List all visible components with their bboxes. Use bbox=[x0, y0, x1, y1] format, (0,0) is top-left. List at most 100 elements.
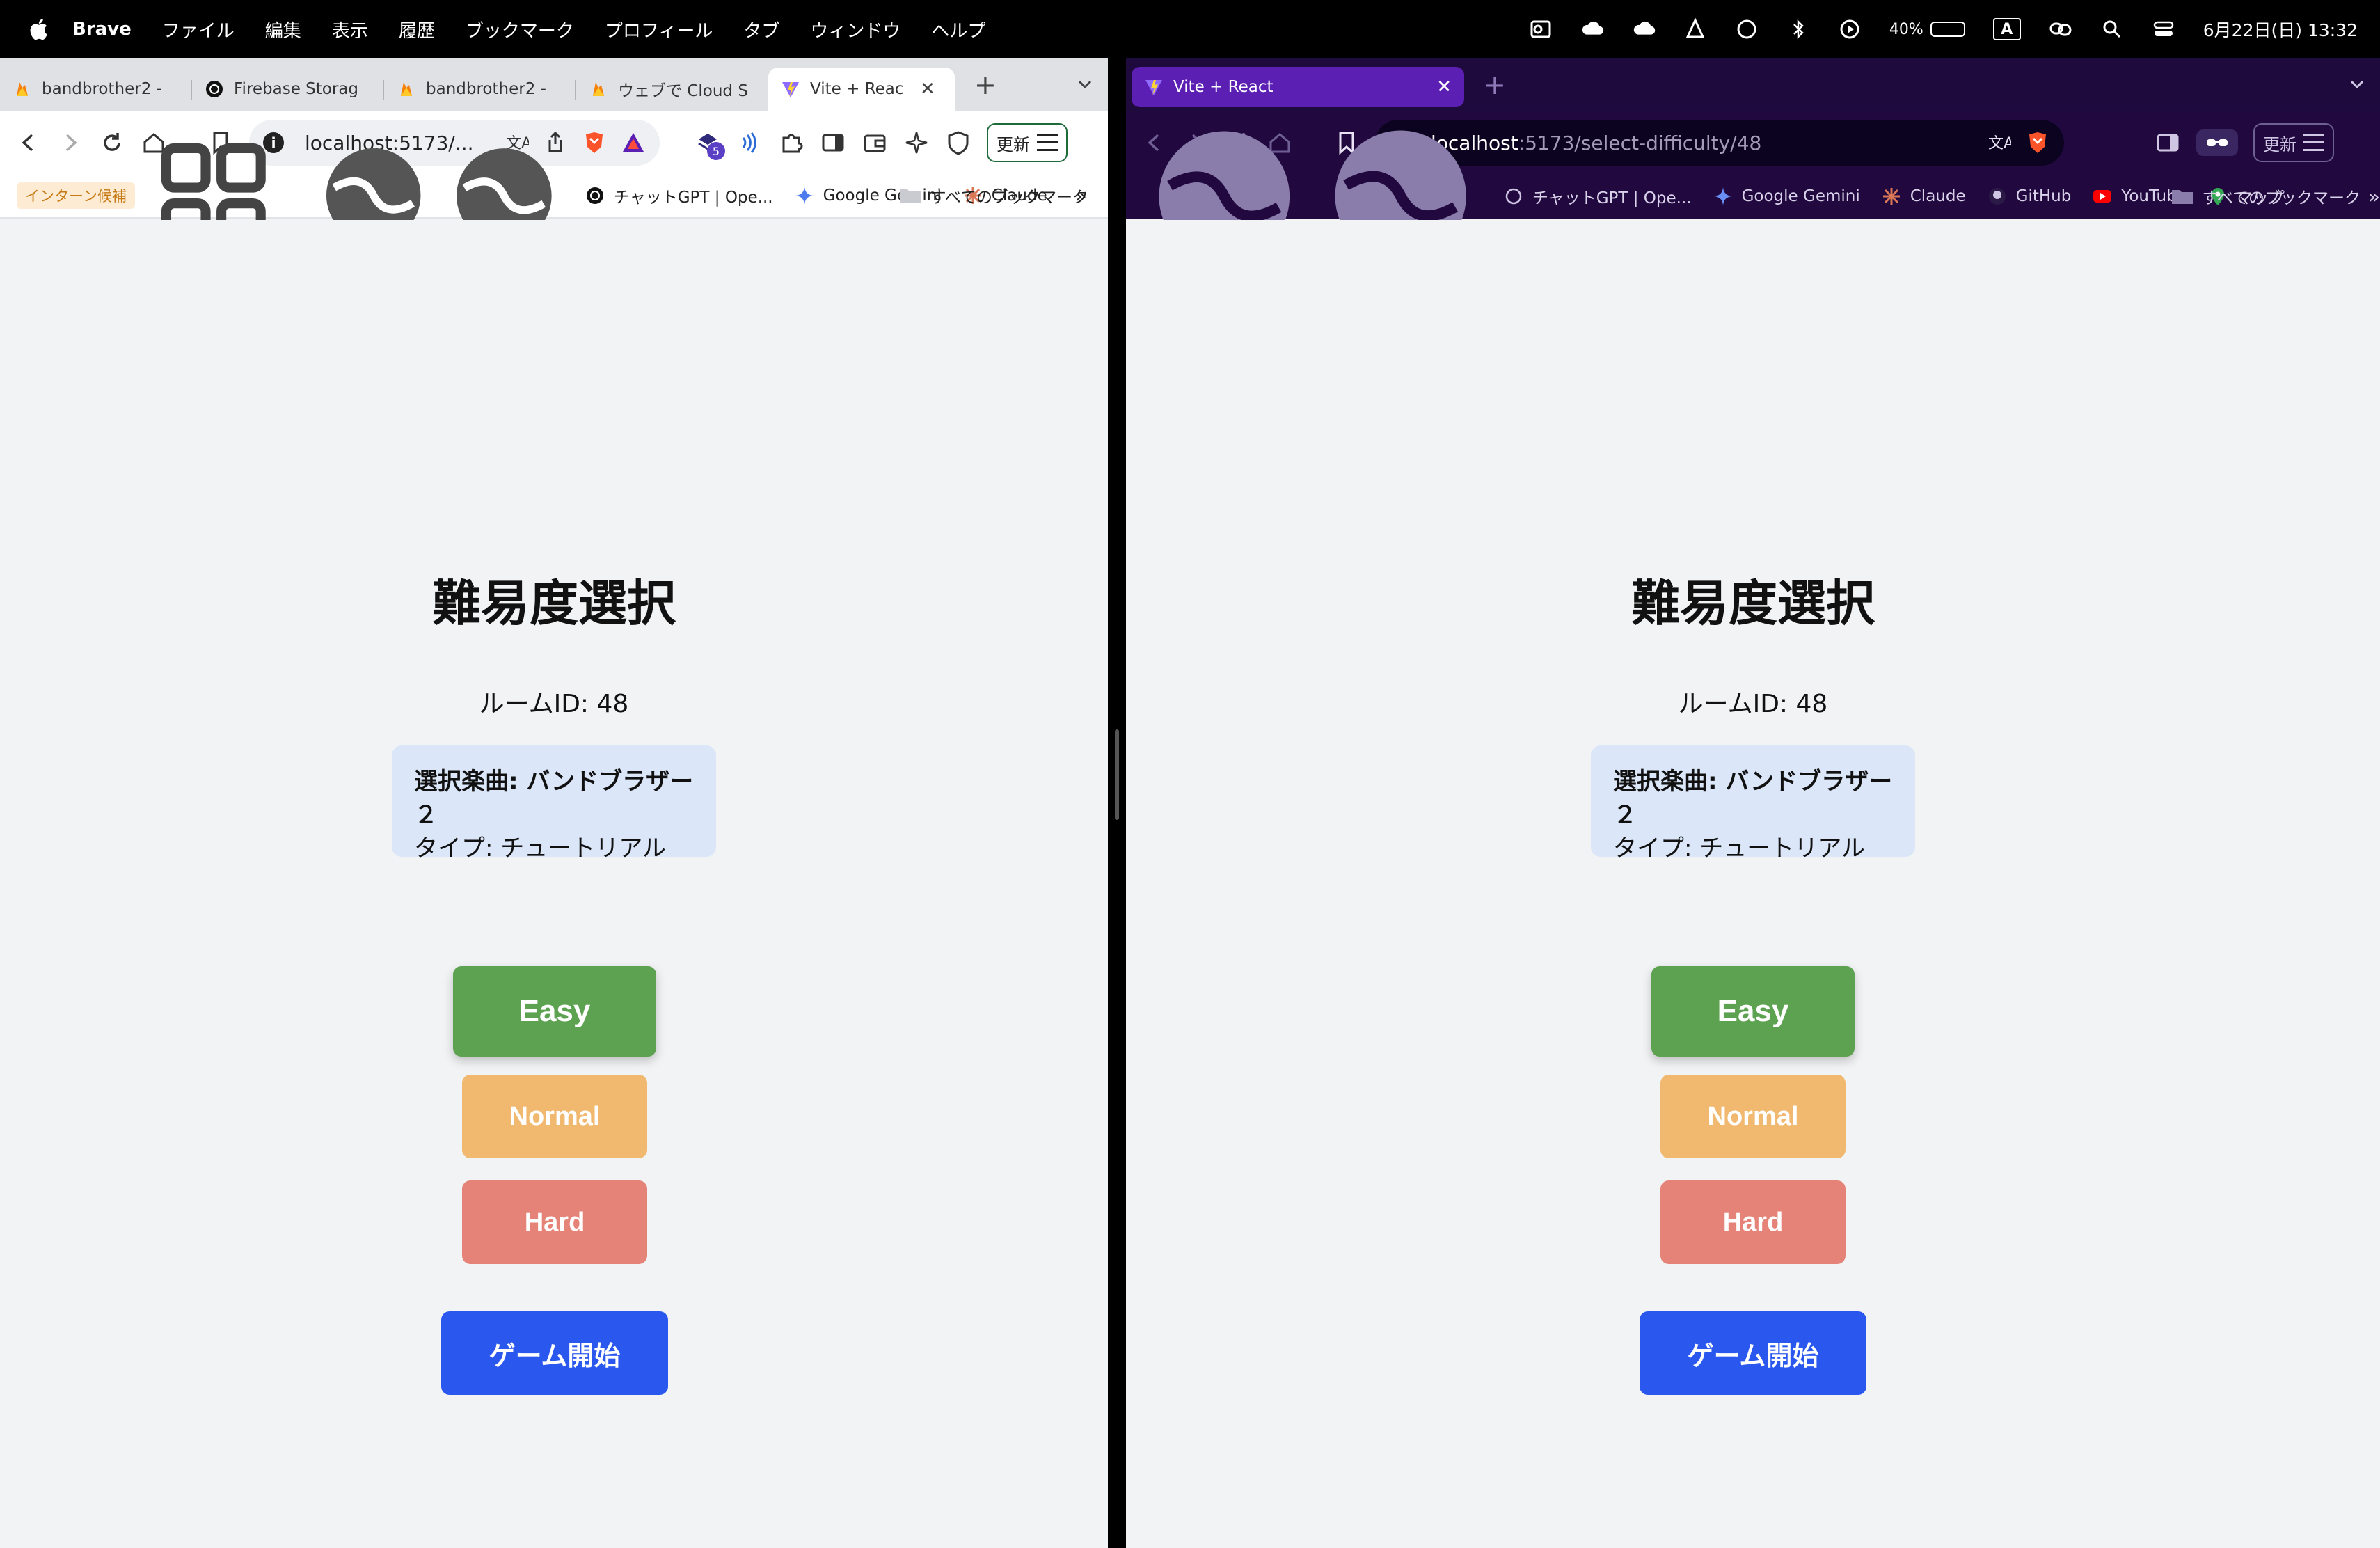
macos-menubar: Brave ファイル 編集 表示 履歴 ブックマーク プロフィール タブ ウィン… bbox=[0, 0, 2380, 58]
easy-button[interactable]: Easy bbox=[1651, 966, 1855, 1057]
private-window-button[interactable] bbox=[2196, 129, 2238, 156]
hard-button[interactable]: Hard bbox=[1660, 1180, 1846, 1264]
now-playing-icon[interactable] bbox=[1838, 17, 1862, 41]
hamburger-icon bbox=[2303, 134, 2324, 151]
battery-icon bbox=[1930, 22, 1965, 37]
menu-view[interactable]: 表示 bbox=[332, 17, 368, 42]
more-bookmarks-button[interactable]: » bbox=[2368, 185, 2380, 208]
nfc-extension-button[interactable] bbox=[736, 129, 763, 156]
all-bookmarks-label: すべてのブックマーク bbox=[930, 189, 1088, 207]
active-app-name[interactable]: Brave bbox=[72, 19, 132, 40]
start-game-button[interactable]: ゲーム開始 bbox=[441, 1311, 668, 1395]
normal-button[interactable]: Normal bbox=[462, 1075, 647, 1158]
control-center-icon[interactable] bbox=[2152, 17, 2175, 41]
close-tab-icon[interactable]: ✕ bbox=[920, 79, 935, 100]
cloud-icon[interactable] bbox=[1580, 17, 1604, 41]
menu-profiles[interactable]: プロフィール bbox=[605, 17, 713, 42]
bluetooth-icon[interactable] bbox=[1786, 17, 1810, 41]
bell-app-icon[interactable] bbox=[1683, 17, 1707, 41]
easy-button[interactable]: Easy bbox=[453, 966, 656, 1057]
shield-icon bbox=[948, 131, 969, 155]
bookmark-chatgpt[interactable]: チャットGPT | Ope... bbox=[1503, 184, 1692, 208]
folder-icon bbox=[899, 189, 921, 203]
update-menu-button[interactable]: 更新 bbox=[2253, 123, 2334, 162]
bookmark-gemini[interactable]: Google Gemini bbox=[1713, 186, 1860, 207]
tab-title: Vite + React bbox=[1173, 78, 1274, 96]
cloud-icon[interactable] bbox=[1632, 17, 1656, 41]
reload-icon bbox=[104, 133, 120, 151]
menu-edit[interactable]: 編集 bbox=[265, 17, 301, 42]
song-info-box: 選択楽曲: バンドブラザー２ タイプ: チュートリアル bbox=[392, 745, 716, 862]
split-view-handle[interactable] bbox=[1115, 729, 1119, 820]
extension-badge: 5 bbox=[707, 142, 725, 160]
reload-button[interactable] bbox=[99, 129, 125, 156]
leo-ai-button[interactable] bbox=[903, 129, 930, 156]
update-menu-button[interactable]: 更新 bbox=[987, 123, 1068, 162]
claude-icon bbox=[1882, 188, 1900, 205]
address-bar-path[interactable]: :5173/select-difficulty/48 bbox=[1518, 132, 1762, 155]
brave-rewards-icon[interactable] bbox=[621, 130, 646, 155]
sidebar-toggle-button[interactable] bbox=[2155, 129, 2181, 156]
brave-shields-icon[interactable] bbox=[2025, 130, 2050, 155]
tab-cloud-storage[interactable]: ウェブで Cloud S bbox=[576, 68, 768, 111]
battery-status[interactable]: 40% bbox=[1889, 21, 1965, 38]
apple-logo-icon[interactable] bbox=[28, 17, 49, 41]
tab-vite-react[interactable]: Vite + React ✕ bbox=[1132, 67, 1464, 107]
menu-window[interactable]: ウィンドウ bbox=[810, 17, 901, 42]
tab-vite-react[interactable]: Vite + Reac ✕ bbox=[768, 68, 955, 111]
spotlight-search-icon[interactable] bbox=[2100, 17, 2124, 41]
github-icon bbox=[1988, 188, 2006, 205]
tab-bandbrother2[interactable]: bandbrother2 - bbox=[0, 68, 192, 111]
page-title: 難易度選択 bbox=[1631, 575, 1875, 632]
close-tab-icon[interactable]: ✕ bbox=[1436, 77, 1452, 97]
youtube-icon bbox=[2093, 190, 2112, 203]
menu-help[interactable]: ヘルプ bbox=[931, 17, 985, 42]
tab-firebase-storage[interactable]: Firebase Storag bbox=[192, 68, 384, 111]
tab-title: bandbrother2 - bbox=[42, 80, 162, 98]
room-id-label: ルームID: 48 bbox=[479, 690, 629, 718]
chevron-down-icon[interactable] bbox=[1074, 74, 1095, 95]
menubar-clock[interactable]: 6月22日(日) 13:32 bbox=[2203, 17, 2358, 42]
cloud-status-icon[interactable] bbox=[1735, 17, 1759, 41]
extension-button[interactable]: 5 bbox=[695, 129, 725, 160]
menu-file[interactable]: ファイル bbox=[162, 17, 235, 42]
tab-bandbrother2-2[interactable]: bandbrother2 - bbox=[384, 68, 576, 111]
bookmark-folder-intern[interactable]: インターン候補 bbox=[17, 182, 135, 209]
extensions-button[interactable] bbox=[778, 129, 804, 156]
bookmark-github[interactable]: GitHub bbox=[1987, 186, 2071, 207]
tab-strip: bandbrother2 - Firebase Storag bandbroth… bbox=[0, 58, 1108, 111]
wallet-button[interactable] bbox=[862, 129, 888, 156]
menu-tab[interactable]: タブ bbox=[743, 17, 779, 42]
vite-icon bbox=[782, 82, 799, 97]
tab-strip: Vite + React ✕ + bbox=[1126, 58, 2380, 111]
menu-history[interactable]: 履歴 bbox=[399, 17, 435, 42]
normal-button[interactable]: Normal bbox=[1660, 1075, 1846, 1158]
bookmark-chatgpt[interactable]: チャットGPT | Ope... bbox=[585, 184, 773, 207]
start-game-button[interactable]: ゲーム開始 bbox=[1640, 1311, 1866, 1395]
bookmarks-bar: インターン候補 チャットGPT | Ope... Google Gemini C… bbox=[0, 143, 1108, 248]
bookmark-label: チャットGPT | Ope... bbox=[613, 189, 773, 207]
sidebar-toggle-button[interactable] bbox=[820, 129, 846, 156]
bookmark-label: Google Gemini bbox=[1741, 187, 1860, 205]
split-view-divider[interactable] bbox=[1108, 58, 1126, 1548]
all-bookmarks-folder[interactable]: すべてのブックマーク bbox=[2171, 184, 2361, 208]
new-tab-button[interactable]: + bbox=[1484, 70, 1506, 100]
translate-icon[interactable]: 文A bbox=[1986, 130, 2011, 155]
screen-mirroring-icon[interactable] bbox=[2049, 17, 2072, 41]
all-bookmarks-folder[interactable]: すべてのブックマーク bbox=[898, 184, 1088, 207]
sidebar-icon bbox=[2157, 134, 2179, 152]
brave-shields-icon[interactable] bbox=[582, 130, 607, 155]
outlook-icon[interactable] bbox=[1529, 17, 1553, 41]
web-page-content: 難易度選択 ルームID: 48 選択楽曲: バンドブラザー２ タイプ: チュート… bbox=[0, 220, 1108, 1548]
selected-song-label: 選択楽曲: バンドブラザー２ bbox=[414, 768, 694, 829]
new-tab-button[interactable]: + bbox=[974, 70, 997, 100]
bookmark-claude[interactable]: Claude bbox=[1881, 186, 1966, 207]
hard-button[interactable]: Hard bbox=[462, 1180, 647, 1264]
back-button[interactable] bbox=[15, 129, 42, 156]
forward-button[interactable] bbox=[57, 129, 84, 156]
menu-bookmarks[interactable]: ブックマーク bbox=[466, 17, 574, 42]
input-source-indicator[interactable]: A bbox=[1992, 18, 2021, 40]
openai-icon bbox=[1505, 188, 1522, 205]
chevron-down-icon[interactable] bbox=[2347, 74, 2367, 95]
vpn-button[interactable] bbox=[945, 129, 971, 156]
